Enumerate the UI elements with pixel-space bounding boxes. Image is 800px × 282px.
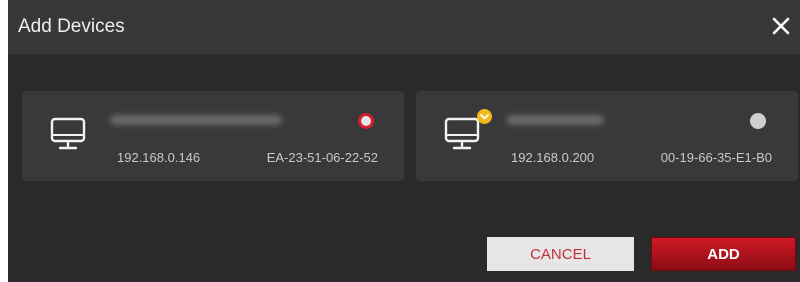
device-card[interactable]: 192.168.0.146 EA-23-51-06-22-52	[22, 91, 404, 181]
monitor-icon	[444, 115, 480, 153]
device-mac: 00-19-66-35-E1-B0	[660, 150, 772, 165]
close-icon[interactable]	[768, 12, 794, 40]
device-ip: 192.168.0.146	[117, 150, 201, 165]
device-card[interactable]: 192.168.0.200 00-19-66-35-E1-B0	[416, 91, 798, 181]
cancel-button[interactable]: CANCEL	[487, 237, 634, 271]
device-name-blurred	[110, 115, 282, 125]
device-select-radio[interactable]	[358, 113, 374, 129]
device-mac: EA-23-51-06-22-52	[266, 150, 378, 165]
device-name-blurred	[506, 115, 604, 125]
device-select-radio[interactable]	[750, 113, 766, 129]
add-devices-dialog: Add Devices 192.168.0.146 EA-23-51-06-22…	[8, 0, 800, 282]
dialog-title: Add Devices	[18, 16, 125, 37]
add-button[interactable]: ADD	[651, 237, 796, 271]
chevron-down-badge-icon	[477, 109, 492, 124]
device-ip: 192.168.0.200	[511, 150, 595, 165]
dialog-header: Add Devices	[8, 0, 800, 54]
monitor-icon	[50, 115, 86, 153]
